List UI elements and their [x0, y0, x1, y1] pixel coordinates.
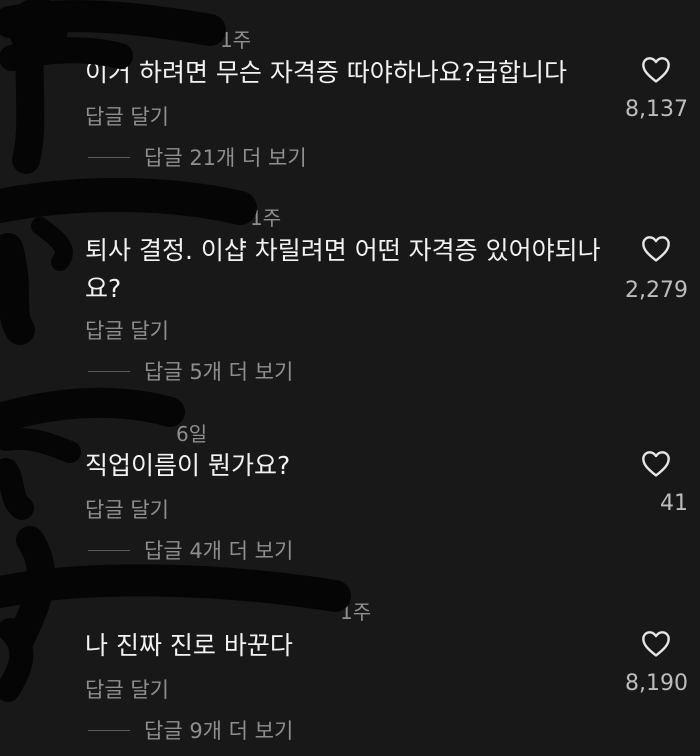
- comment-text: 나 진짜 진로 바꾼다: [85, 631, 293, 660]
- view-more-replies-label: 답글 9개 더 보기: [144, 719, 294, 743]
- comment-timestamp: 1주: [340, 600, 372, 624]
- view-more-replies[interactable]: 답글 9개 더 보기: [88, 715, 293, 745]
- reply-thread-line: [88, 729, 130, 731]
- heart-outline-icon[interactable]: [640, 628, 672, 658]
- comment-item: 1주 나 진짜 진로 바꾼다 답글 달기 답글 9개 더 보기 8,190: [0, 0, 700, 756]
- reply-button[interactable]: 답글 달기: [85, 674, 169, 704]
- like-count: 8,190: [625, 671, 688, 696]
